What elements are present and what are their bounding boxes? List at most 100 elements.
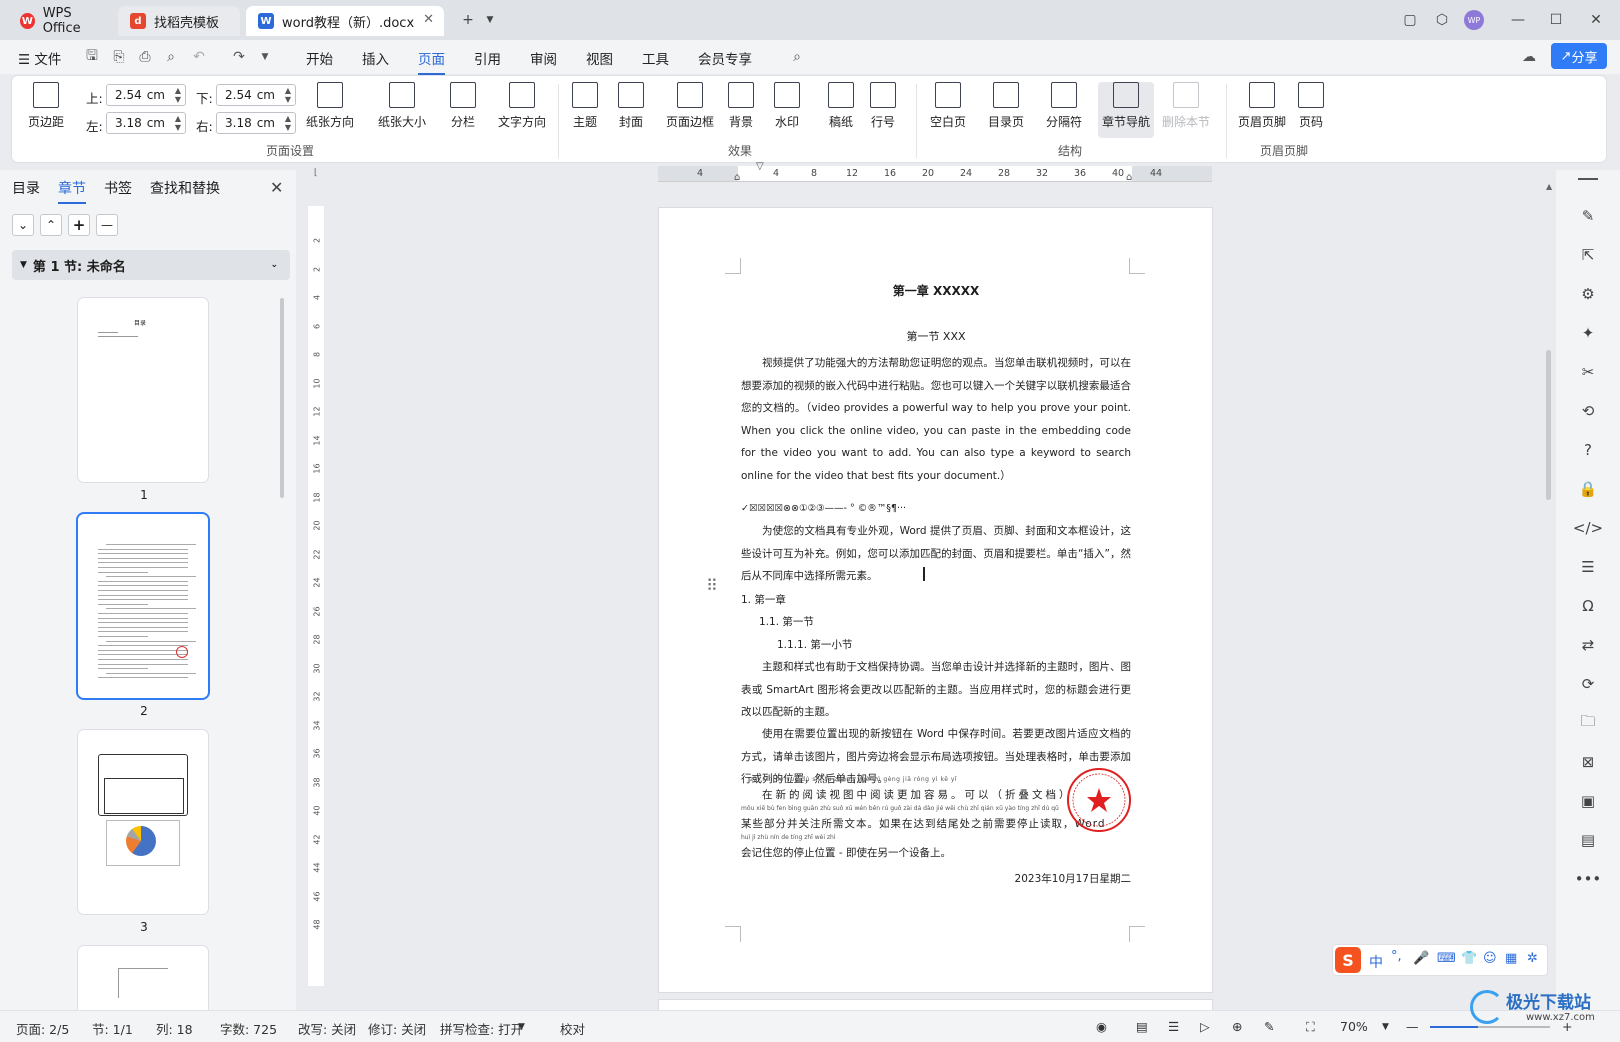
toc-page-button[interactable]: 目录页 bbox=[988, 82, 1024, 130]
document-scrollbar[interactable] bbox=[1546, 350, 1551, 500]
game-icon[interactable]: ☺ bbox=[1483, 951, 1497, 966]
print-icon[interactable]: ⎙ bbox=[136, 48, 154, 66]
cloud-sync-icon[interactable]: ☁ bbox=[1520, 48, 1538, 66]
text-direction-button[interactable]: 文字方向 bbox=[498, 82, 546, 130]
page-number-button[interactable]: 页码 bbox=[1298, 82, 1324, 130]
skin-icon[interactable]: 👕 bbox=[1461, 951, 1477, 966]
tab-document[interactable]: W word教程（新）.docx ✕ bbox=[246, 6, 444, 36]
delete-section-button[interactable]: 删除本节 bbox=[1162, 82, 1210, 130]
avatar[interactable]: WP bbox=[1464, 10, 1484, 30]
bottom-margin-input[interactable]: 2.54 cm ▲ ▼ bbox=[216, 84, 296, 106]
play-icon[interactable]: ▷ bbox=[1200, 1019, 1210, 1034]
help-icon[interactable]: ? bbox=[1578, 440, 1598, 460]
add-section-button[interactable]: + bbox=[68, 214, 90, 236]
redo-icon[interactable]: ↷ bbox=[230, 48, 248, 66]
status-column[interactable]: 列: 18 bbox=[156, 1019, 193, 1038]
chapter-nav-button[interactable]: 章节导航 bbox=[1098, 82, 1155, 138]
adjust-icon[interactable]: ⚙ bbox=[1578, 284, 1598, 304]
tab-bookmarks[interactable]: 书签 bbox=[104, 178, 132, 198]
document-check-icon[interactable]: ▤ bbox=[1578, 830, 1598, 850]
top-margin-input[interactable]: 2.54 cm ▲ ▼ bbox=[106, 84, 186, 106]
page-thumbnail-1[interactable]: 目录 bbox=[78, 298, 208, 482]
left-margin-input[interactable]: 3.18 cm ▲ ▼ bbox=[106, 112, 186, 134]
undo-icon[interactable]: ↶ bbox=[190, 48, 208, 66]
close-window-icon[interactable]: ✕ bbox=[1584, 8, 1608, 32]
right-indent-icon[interactable]: ⌂ bbox=[1126, 172, 1132, 183]
status-word-count[interactable]: 字数: 725 bbox=[220, 1019, 277, 1038]
move-down-button[interactable]: ⌄ bbox=[12, 214, 34, 236]
menu-item-review[interactable]: 审阅 bbox=[530, 48, 557, 68]
columns-button[interactable]: 分栏 bbox=[450, 82, 476, 130]
toolbox-icon[interactable]: ✂ bbox=[1578, 362, 1598, 382]
spinner-arrows-icon[interactable]: ▲ ▼ bbox=[175, 86, 181, 104]
export-icon[interactable]: ⎘ bbox=[110, 48, 128, 66]
status-page[interactable]: 页面: 2/5 bbox=[16, 1019, 69, 1038]
separator-button[interactable]: 分隔符 bbox=[1046, 82, 1082, 130]
more-chevron-icon[interactable]: ▼ bbox=[256, 48, 274, 66]
tab-stop-icon[interactable]: ⌊ bbox=[314, 168, 318, 178]
tab-list-chevron-icon[interactable]: ▼ bbox=[478, 8, 502, 32]
menu-item-member[interactable]: 会员专享 bbox=[698, 48, 752, 68]
spinner-arrows-icon[interactable]: ▲ ▼ bbox=[285, 114, 291, 132]
new-tab-button[interactable]: + bbox=[456, 8, 480, 32]
eye-protect-icon[interactable]: ◉ bbox=[1096, 1019, 1107, 1034]
settings-icon[interactable]: ✲ bbox=[1527, 951, 1538, 966]
status-spell-check[interactable]: 拼写检查: 打开 bbox=[440, 1019, 523, 1038]
menu-item-references[interactable]: 引用 bbox=[474, 48, 501, 68]
line-number-button[interactable]: 行号 bbox=[870, 82, 896, 130]
left-indent-icon[interactable]: ⌂ bbox=[734, 172, 740, 183]
convert-icon[interactable]: ⇄ bbox=[1578, 635, 1598, 655]
tab-wps-office[interactable]: W WPS Office bbox=[8, 6, 108, 36]
spell-chevron-icon[interactable]: ▼ bbox=[518, 1022, 525, 1032]
lock-icon[interactable]: 🔒 bbox=[1578, 479, 1598, 499]
omega-icon[interactable]: Ω bbox=[1578, 596, 1598, 616]
punctuation-icon[interactable]: °, bbox=[1391, 949, 1402, 964]
status-track-changes[interactable]: 修订: 关闭 bbox=[368, 1019, 426, 1038]
spinner-arrows-icon[interactable]: ▲ ▼ bbox=[175, 114, 181, 132]
section-header[interactable]: ▼ 第 1 节: 未命名 ⌄ bbox=[12, 250, 290, 280]
maximize-icon[interactable]: ☐ bbox=[1544, 8, 1568, 32]
zoom-out-icon[interactable]: — bbox=[1406, 1019, 1419, 1034]
translate-icon[interactable]: ⟲ bbox=[1578, 401, 1598, 421]
blank-page-button[interactable]: 空白页 bbox=[930, 82, 966, 130]
excel-icon[interactable]: ⊠ bbox=[1578, 752, 1598, 772]
scrollbar[interactable] bbox=[280, 298, 284, 498]
menu-item-insert[interactable]: 插入 bbox=[362, 48, 389, 68]
minimize-icon[interactable]: — bbox=[1506, 8, 1530, 32]
zoom-chevron-icon[interactable]: ▼ bbox=[1382, 1022, 1389, 1032]
header-footer-button[interactable]: 页眉页脚 bbox=[1238, 82, 1286, 130]
close-pane-icon[interactable]: ✕ bbox=[270, 178, 283, 197]
keyboard-icon[interactable]: ⌨ bbox=[1437, 951, 1456, 966]
menu-item-tools[interactable]: 工具 bbox=[642, 48, 669, 68]
save-icon[interactable]: 🖫 bbox=[83, 48, 101, 66]
cover-button[interactable]: 封面 bbox=[618, 82, 644, 130]
ime-mode-label[interactable]: 中 bbox=[1369, 952, 1383, 972]
file-menu[interactable]: ☰ 文件 bbox=[18, 48, 61, 68]
write-mode-icon[interactable]: ✎ bbox=[1264, 1019, 1274, 1034]
fit-page-icon[interactable]: ⛶ bbox=[1306, 1019, 1315, 1035]
margins-button[interactable]: 页边距 bbox=[28, 82, 64, 130]
outline-view-icon[interactable]: ☰ bbox=[1168, 1019, 1179, 1034]
document-page[interactable]: 第一章 XXXXX 第一节 XXX 视频提供了功能强大的方法帮助您证明您的观点。… bbox=[659, 208, 1212, 992]
layout-icon[interactable]: ▢ bbox=[1398, 8, 1422, 32]
menu-item-view[interactable]: 视图 bbox=[586, 48, 613, 68]
search-icon[interactable]: ⌕ bbox=[788, 48, 806, 66]
smart-tool-icon[interactable]: ✦ bbox=[1578, 323, 1598, 343]
collapse-bar-icon[interactable] bbox=[1578, 178, 1598, 180]
right-margin-input[interactable]: 3.18 cm ▲ ▼ bbox=[216, 112, 296, 134]
first-line-indent-icon[interactable]: ▽ bbox=[756, 161, 764, 172]
pen-icon[interactable]: ✎ bbox=[1578, 206, 1598, 226]
page-thumbnail-2[interactable] bbox=[78, 514, 208, 698]
page-thumbnail-4[interactable] bbox=[78, 946, 208, 1010]
zoom-level[interactable]: 70% bbox=[1340, 1019, 1368, 1034]
tab-sections[interactable]: 章节 bbox=[58, 178, 86, 204]
print-preview-icon[interactable]: ⌕ bbox=[162, 48, 180, 66]
orientation-button[interactable]: 纸张方向 bbox=[306, 82, 354, 130]
sogou-logo-icon[interactable]: S bbox=[1335, 947, 1361, 973]
web-view-icon[interactable]: ⊕ bbox=[1232, 1019, 1242, 1034]
status-section[interactable]: 节: 1/1 bbox=[92, 1019, 133, 1038]
spinner-arrows-icon[interactable]: ▲ ▼ bbox=[285, 86, 291, 104]
menu-item-page[interactable]: 页面 bbox=[418, 48, 445, 75]
company-seal[interactable] bbox=[1067, 768, 1131, 832]
mic-icon[interactable]: 🎤 bbox=[1413, 951, 1429, 966]
